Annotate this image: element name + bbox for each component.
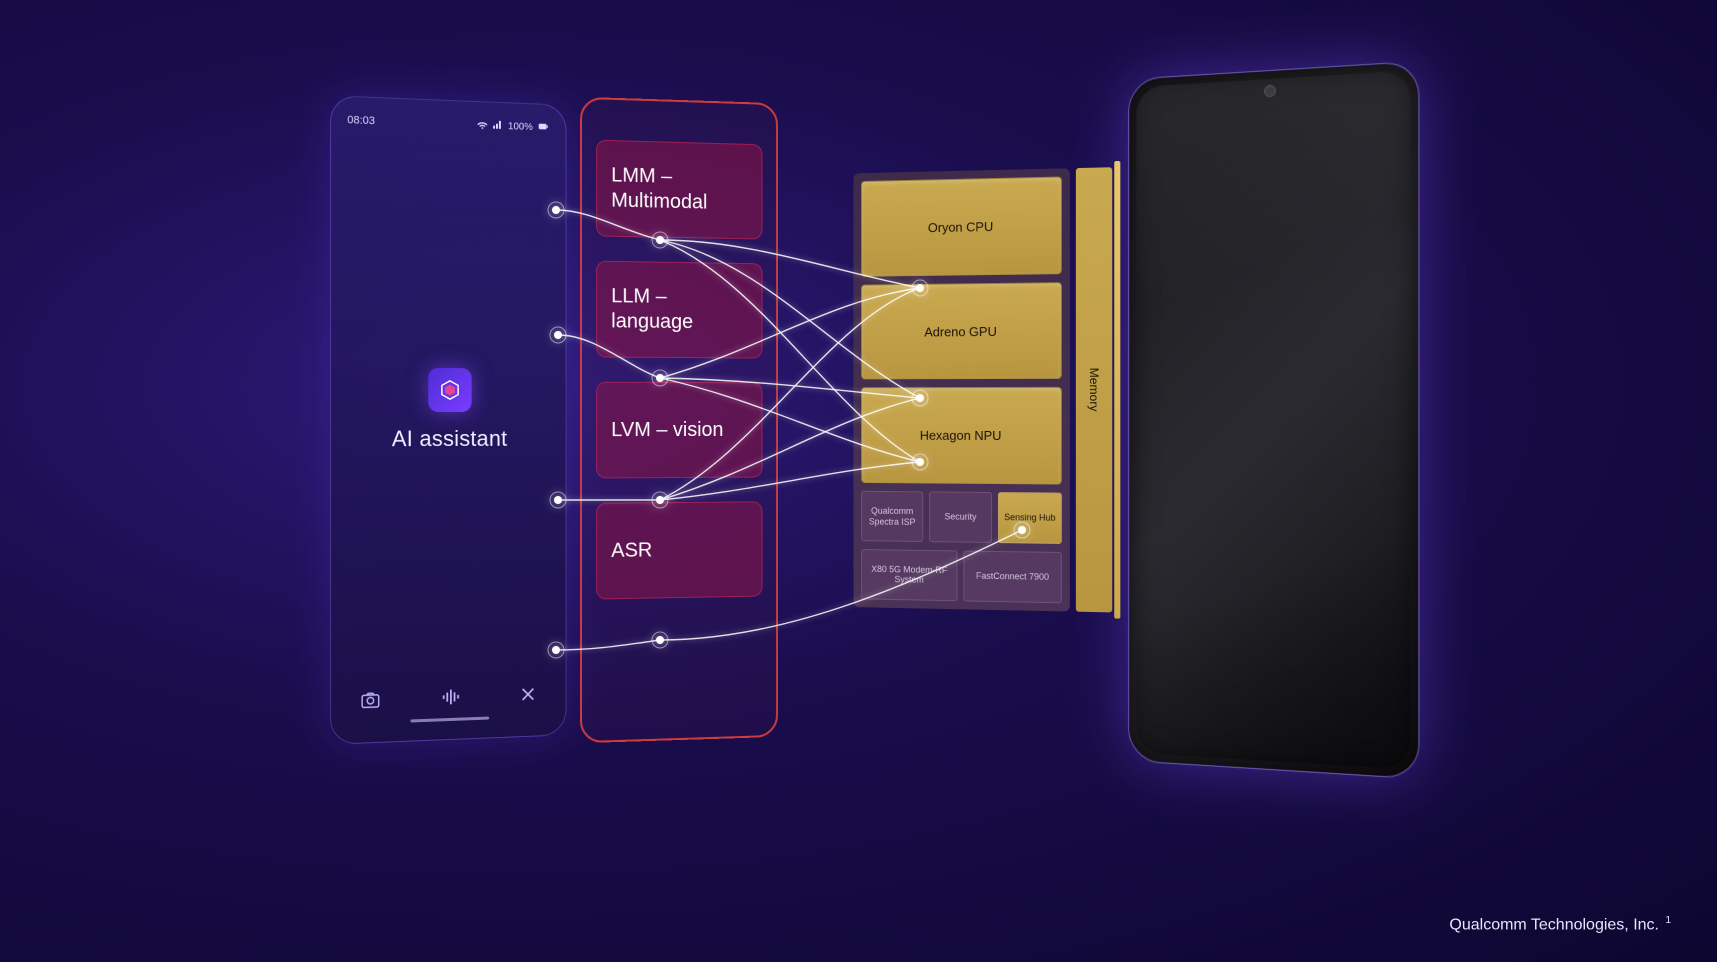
phone-device-body	[1128, 61, 1419, 780]
chip-memory-label: Memory	[1087, 368, 1101, 412]
chip-layer: Oryon CPU Adreno GPU Hexagon NPU Qualcom…	[853, 167, 1140, 644]
subsystem-modem: X80 5G Modem-RF System	[861, 549, 957, 601]
battery-label: 100%	[508, 121, 533, 133]
processor-oryon-cpu: Oryon CPU	[861, 176, 1062, 276]
battery-icon	[537, 121, 550, 134]
footer-note: 1	[1665, 915, 1671, 926]
phone-home-indicator	[410, 717, 489, 723]
chip-subsystem-row-1: Qualcomm Spectra ISP Security Sensing Hu…	[861, 491, 1062, 544]
footer-attribution: Qualcomm Technologies, Inc. 1	[1449, 915, 1671, 934]
chip-main-block: Oryon CPU Adreno GPU Hexagon NPU Qualcom…	[853, 168, 1069, 611]
phone-ui-layer: 08:03 100% AI assistant	[330, 95, 566, 745]
signal-icon	[493, 118, 505, 133]
model-lvm: LVM – vision	[596, 382, 762, 479]
processor-adreno-gpu: Adreno GPU	[861, 282, 1062, 380]
model-lmm: LMM – Multimodal	[596, 140, 762, 240]
ai-assistant-label: AI assistant	[392, 425, 508, 451]
camera-icon	[359, 688, 381, 711]
phone-bottom-bar	[347, 683, 550, 716]
subsystem-security: Security	[929, 491, 992, 543]
voice-waveform-icon	[439, 686, 461, 709]
model-asr: ASR	[596, 501, 762, 599]
chip-subsystem-row-2: X80 5G Modem-RF System FastConnect 7900	[861, 549, 1062, 603]
subsystem-fastconnect: FastConnect 7900	[963, 551, 1061, 604]
chip-memory-block: Memory	[1076, 167, 1112, 612]
footer-text: Qualcomm Technologies, Inc.	[1449, 916, 1659, 933]
subsystem-sensing-hub: Sensing Hub	[998, 492, 1062, 544]
models-layer: LMM – Multimodal LLM – language LVM – vi…	[580, 97, 778, 743]
chip-gold-edge	[1114, 161, 1120, 619]
ai-assistant-hexagon-icon	[428, 367, 471, 411]
close-icon	[517, 683, 538, 706]
wifi-icon	[477, 118, 489, 133]
model-llm: LLM – language	[596, 261, 762, 359]
processor-hexagon-npu: Hexagon NPU	[861, 387, 1062, 484]
phone-clock: 08:03	[347, 114, 375, 127]
subsystem-spectra-isp: Qualcomm Spectra ISP	[861, 491, 923, 542]
